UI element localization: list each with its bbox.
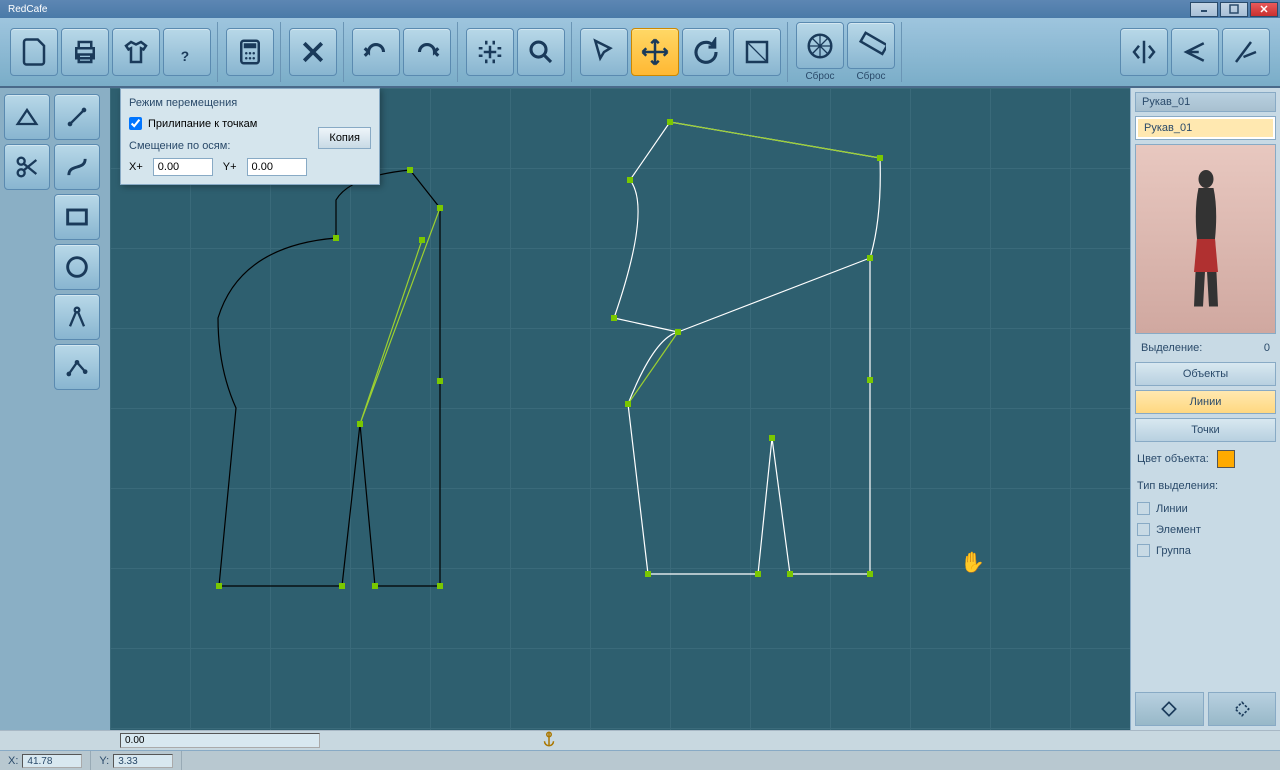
chk-lines[interactable] bbox=[1137, 502, 1150, 515]
new-file-button[interactable] bbox=[10, 28, 58, 76]
right-panel: Рукав_01 Рукав_01 Выделение: 0 Объекты Л… bbox=[1130, 88, 1280, 730]
rectangle-tool[interactable] bbox=[54, 194, 100, 240]
color-swatch[interactable] bbox=[1217, 450, 1235, 468]
selection-label: Выделение: bbox=[1141, 342, 1202, 354]
compass-button[interactable] bbox=[796, 22, 844, 69]
scissors-tool[interactable] bbox=[4, 144, 50, 190]
status-x-value: 41.78 bbox=[22, 754, 82, 768]
mode-points-button[interactable]: Точки bbox=[1135, 418, 1276, 442]
calculator-button[interactable] bbox=[226, 28, 274, 76]
help-button[interactable]: ? bbox=[163, 28, 211, 76]
status-x: X: 41.78 bbox=[0, 751, 91, 770]
minimize-button[interactable] bbox=[1190, 2, 1218, 17]
zoom-button[interactable] bbox=[517, 28, 565, 76]
y-offset-input[interactable] bbox=[247, 158, 307, 176]
extra-tool-2[interactable] bbox=[1171, 28, 1219, 76]
canvas[interactable]: RedCafeStore.com bbox=[110, 88, 1130, 730]
snap-checkbox[interactable] bbox=[129, 117, 142, 130]
rp-tool-2[interactable] bbox=[1208, 692, 1277, 726]
reset-label-2[interactable]: Сброс bbox=[856, 71, 885, 82]
x-offset-input[interactable] bbox=[153, 158, 213, 176]
extra-tool-1[interactable] bbox=[1120, 28, 1168, 76]
triangle-tool[interactable] bbox=[4, 94, 50, 140]
close-button[interactable] bbox=[1250, 2, 1278, 17]
maximize-button[interactable] bbox=[1220, 2, 1248, 17]
main-toolbar: ? Сброс Сброс bbox=[0, 18, 1280, 88]
garment-button[interactable] bbox=[112, 28, 160, 76]
move-panel-title: Режим перемещения bbox=[129, 97, 371, 109]
copy-button[interactable]: Копия bbox=[318, 127, 371, 149]
left-toolbar bbox=[0, 88, 110, 730]
workspace: RedCafeStore.com bbox=[0, 88, 1280, 730]
extra-tool-3[interactable] bbox=[1222, 28, 1270, 76]
y-prefix: Y+ bbox=[223, 161, 237, 173]
move-panel: Режим перемещения Прилипание к точкам Ко… bbox=[120, 88, 380, 185]
selection-count-row: Выделение: 0 bbox=[1135, 338, 1276, 358]
select-button[interactable] bbox=[580, 28, 628, 76]
delete-button[interactable] bbox=[289, 28, 337, 76]
x-prefix: X+ bbox=[129, 161, 143, 173]
polyline-tool[interactable] bbox=[54, 344, 100, 390]
status-y: Y: 3.33 bbox=[91, 751, 182, 770]
compass-tool[interactable] bbox=[54, 294, 100, 340]
panel-header: Рукав_01 bbox=[1135, 92, 1276, 112]
app-title: RedCafe bbox=[2, 4, 47, 15]
mode-lines-button[interactable]: Линии bbox=[1135, 390, 1276, 414]
status-y-value: 3.33 bbox=[113, 754, 173, 768]
undo-button[interactable] bbox=[352, 28, 400, 76]
svg-text:?: ? bbox=[181, 49, 189, 64]
circle-tool[interactable] bbox=[54, 244, 100, 290]
object-color-row: Цвет объекта: bbox=[1135, 446, 1276, 472]
under-bar bbox=[0, 730, 1280, 750]
hand-cursor-icon: ✋ bbox=[960, 550, 985, 575]
print-button[interactable] bbox=[61, 28, 109, 76]
mode-objects-button[interactable]: Объекты bbox=[1135, 362, 1276, 386]
move-button[interactable] bbox=[631, 28, 679, 76]
color-label: Цвет объекта: bbox=[1137, 453, 1209, 465]
status-bar: X: 41.78 Y: 3.33 bbox=[0, 750, 1280, 770]
redo-button[interactable] bbox=[403, 28, 451, 76]
selection-count: 0 bbox=[1264, 342, 1270, 354]
chk-group[interactable] bbox=[1137, 544, 1150, 557]
reset-label-1[interactable]: Сброс bbox=[805, 71, 834, 82]
under-input[interactable] bbox=[120, 733, 320, 748]
ruler-button[interactable] bbox=[847, 22, 895, 69]
rp-tool-1[interactable] bbox=[1135, 692, 1204, 726]
preview-pane bbox=[1135, 144, 1276, 334]
snap-label: Прилипание к точкам bbox=[148, 118, 257, 130]
title-bar: RedCafe bbox=[0, 0, 1280, 18]
mirror-button[interactable] bbox=[733, 28, 781, 76]
chk-element[interactable] bbox=[1137, 523, 1150, 536]
object-list[interactable]: Рукав_01 bbox=[1135, 116, 1276, 140]
pan-button[interactable] bbox=[466, 28, 514, 76]
anchor-icon[interactable] bbox=[540, 730, 558, 751]
selection-type-label: Тип выделения: bbox=[1135, 476, 1276, 496]
curve-tool[interactable] bbox=[54, 144, 100, 190]
list-item[interactable]: Рукав_01 bbox=[1138, 119, 1273, 137]
window-controls bbox=[1190, 2, 1278, 17]
rotate-button[interactable] bbox=[682, 28, 730, 76]
line-tool[interactable] bbox=[54, 94, 100, 140]
